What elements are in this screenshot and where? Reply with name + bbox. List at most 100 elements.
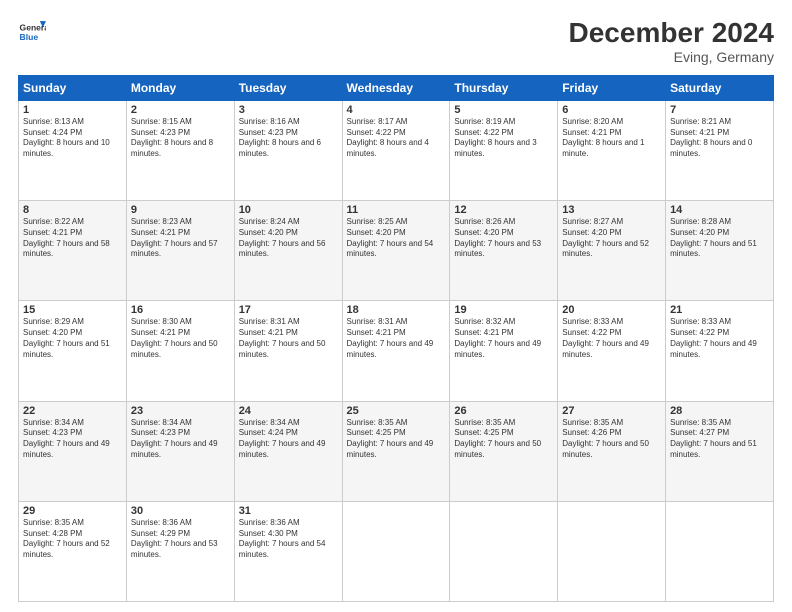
day-number: 28 xyxy=(670,405,769,417)
day-number: 3 xyxy=(239,104,338,116)
week-row-1: 1 Sunrise: 8:13 AMSunset: 4:24 PMDayligh… xyxy=(19,100,774,200)
day-cell: 18 Sunrise: 8:31 AMSunset: 4:21 PMDaylig… xyxy=(342,301,450,401)
day-cell: 4 Sunrise: 8:17 AMSunset: 4:22 PMDayligh… xyxy=(342,100,450,200)
header-sunday: Sunday xyxy=(19,75,127,100)
header-saturday: Saturday xyxy=(666,75,774,100)
day-info: Sunrise: 8:23 AMSunset: 4:21 PMDaylight:… xyxy=(131,217,230,260)
day-number: 20 xyxy=(562,304,661,316)
day-number: 27 xyxy=(562,405,661,417)
day-cell: 14 Sunrise: 8:28 AMSunset: 4:20 PMDaylig… xyxy=(666,201,774,301)
header: General Blue December 2024 Eving, German… xyxy=(18,18,774,65)
day-cell: 12 Sunrise: 8:26 AMSunset: 4:20 PMDaylig… xyxy=(450,201,558,301)
title-block: December 2024 Eving, Germany xyxy=(569,18,774,65)
day-cell: 15 Sunrise: 8:29 AMSunset: 4:20 PMDaylig… xyxy=(19,301,127,401)
day-number: 17 xyxy=(239,304,338,316)
day-number: 23 xyxy=(131,405,230,417)
day-cell: 31 Sunrise: 8:36 AMSunset: 4:30 PMDaylig… xyxy=(234,501,342,601)
header-wednesday: Wednesday xyxy=(342,75,450,100)
day-number: 19 xyxy=(454,304,553,316)
day-info: Sunrise: 8:33 AMSunset: 4:22 PMDaylight:… xyxy=(562,317,661,360)
day-info: Sunrise: 8:22 AMSunset: 4:21 PMDaylight:… xyxy=(23,217,122,260)
day-number: 25 xyxy=(347,405,446,417)
header-row: Sunday Monday Tuesday Wednesday Thursday… xyxy=(19,75,774,100)
day-number: 8 xyxy=(23,204,122,216)
day-number: 7 xyxy=(670,104,769,116)
day-number: 24 xyxy=(239,405,338,417)
day-info: Sunrise: 8:34 AMSunset: 4:23 PMDaylight:… xyxy=(23,418,122,461)
day-cell: 5 Sunrise: 8:19 AMSunset: 4:22 PMDayligh… xyxy=(450,100,558,200)
day-cell: 23 Sunrise: 8:34 AMSunset: 4:23 PMDaylig… xyxy=(126,401,234,501)
day-cell: 16 Sunrise: 8:30 AMSunset: 4:21 PMDaylig… xyxy=(126,301,234,401)
day-cell: 3 Sunrise: 8:16 AMSunset: 4:23 PMDayligh… xyxy=(234,100,342,200)
header-monday: Monday xyxy=(126,75,234,100)
day-number: 29 xyxy=(23,505,122,517)
day-cell: 6 Sunrise: 8:20 AMSunset: 4:21 PMDayligh… xyxy=(558,100,666,200)
day-cell: 29 Sunrise: 8:35 AMSunset: 4:28 PMDaylig… xyxy=(19,501,127,601)
day-info: Sunrise: 8:35 AMSunset: 4:26 PMDaylight:… xyxy=(562,418,661,461)
subtitle: Eving, Germany xyxy=(569,49,774,65)
logo: General Blue xyxy=(18,18,46,46)
day-cell: 11 Sunrise: 8:25 AMSunset: 4:20 PMDaylig… xyxy=(342,201,450,301)
day-number: 22 xyxy=(23,405,122,417)
day-cell: 28 Sunrise: 8:35 AMSunset: 4:27 PMDaylig… xyxy=(666,401,774,501)
day-cell: 30 Sunrise: 8:36 AMSunset: 4:29 PMDaylig… xyxy=(126,501,234,601)
day-cell xyxy=(342,501,450,601)
day-number: 26 xyxy=(454,405,553,417)
day-cell: 22 Sunrise: 8:34 AMSunset: 4:23 PMDaylig… xyxy=(19,401,127,501)
week-row-2: 8 Sunrise: 8:22 AMSunset: 4:21 PMDayligh… xyxy=(19,201,774,301)
day-number: 21 xyxy=(670,304,769,316)
week-row-3: 15 Sunrise: 8:29 AMSunset: 4:20 PMDaylig… xyxy=(19,301,774,401)
day-number: 12 xyxy=(454,204,553,216)
day-info: Sunrise: 8:31 AMSunset: 4:21 PMDaylight:… xyxy=(239,317,338,360)
day-number: 15 xyxy=(23,304,122,316)
day-info: Sunrise: 8:35 AMSunset: 4:25 PMDaylight:… xyxy=(454,418,553,461)
day-number: 14 xyxy=(670,204,769,216)
header-friday: Friday xyxy=(558,75,666,100)
day-cell: 2 Sunrise: 8:15 AMSunset: 4:23 PMDayligh… xyxy=(126,100,234,200)
day-number: 1 xyxy=(23,104,122,116)
day-number: 30 xyxy=(131,505,230,517)
day-cell: 25 Sunrise: 8:35 AMSunset: 4:25 PMDaylig… xyxy=(342,401,450,501)
day-cell: 19 Sunrise: 8:32 AMSunset: 4:21 PMDaylig… xyxy=(450,301,558,401)
day-number: 5 xyxy=(454,104,553,116)
day-info: Sunrise: 8:15 AMSunset: 4:23 PMDaylight:… xyxy=(131,117,230,160)
day-info: Sunrise: 8:31 AMSunset: 4:21 PMDaylight:… xyxy=(347,317,446,360)
page: General Blue December 2024 Eving, German… xyxy=(0,0,792,612)
day-info: Sunrise: 8:33 AMSunset: 4:22 PMDaylight:… xyxy=(670,317,769,360)
day-cell: 9 Sunrise: 8:23 AMSunset: 4:21 PMDayligh… xyxy=(126,201,234,301)
day-info: Sunrise: 8:34 AMSunset: 4:23 PMDaylight:… xyxy=(131,418,230,461)
day-cell: 27 Sunrise: 8:35 AMSunset: 4:26 PMDaylig… xyxy=(558,401,666,501)
day-cell: 8 Sunrise: 8:22 AMSunset: 4:21 PMDayligh… xyxy=(19,201,127,301)
day-info: Sunrise: 8:35 AMSunset: 4:27 PMDaylight:… xyxy=(670,418,769,461)
day-cell: 24 Sunrise: 8:34 AMSunset: 4:24 PMDaylig… xyxy=(234,401,342,501)
day-cell xyxy=(558,501,666,601)
day-number: 16 xyxy=(131,304,230,316)
day-info: Sunrise: 8:29 AMSunset: 4:20 PMDaylight:… xyxy=(23,317,122,360)
day-cell: 7 Sunrise: 8:21 AMSunset: 4:21 PMDayligh… xyxy=(666,100,774,200)
day-info: Sunrise: 8:28 AMSunset: 4:20 PMDaylight:… xyxy=(670,217,769,260)
day-cell: 10 Sunrise: 8:24 AMSunset: 4:20 PMDaylig… xyxy=(234,201,342,301)
day-info: Sunrise: 8:27 AMSunset: 4:20 PMDaylight:… xyxy=(562,217,661,260)
header-tuesday: Tuesday xyxy=(234,75,342,100)
day-cell: 26 Sunrise: 8:35 AMSunset: 4:25 PMDaylig… xyxy=(450,401,558,501)
day-info: Sunrise: 8:24 AMSunset: 4:20 PMDaylight:… xyxy=(239,217,338,260)
day-info: Sunrise: 8:19 AMSunset: 4:22 PMDaylight:… xyxy=(454,117,553,160)
day-info: Sunrise: 8:36 AMSunset: 4:29 PMDaylight:… xyxy=(131,518,230,561)
day-cell: 17 Sunrise: 8:31 AMSunset: 4:21 PMDaylig… xyxy=(234,301,342,401)
day-info: Sunrise: 8:21 AMSunset: 4:21 PMDaylight:… xyxy=(670,117,769,160)
day-info: Sunrise: 8:26 AMSunset: 4:20 PMDaylight:… xyxy=(454,217,553,260)
week-row-4: 22 Sunrise: 8:34 AMSunset: 4:23 PMDaylig… xyxy=(19,401,774,501)
day-number: 11 xyxy=(347,204,446,216)
day-cell: 13 Sunrise: 8:27 AMSunset: 4:20 PMDaylig… xyxy=(558,201,666,301)
day-cell: 1 Sunrise: 8:13 AMSunset: 4:24 PMDayligh… xyxy=(19,100,127,200)
day-info: Sunrise: 8:16 AMSunset: 4:23 PMDaylight:… xyxy=(239,117,338,160)
calendar-table: Sunday Monday Tuesday Wednesday Thursday… xyxy=(18,75,774,602)
day-number: 31 xyxy=(239,505,338,517)
day-info: Sunrise: 8:35 AMSunset: 4:28 PMDaylight:… xyxy=(23,518,122,561)
main-title: December 2024 xyxy=(569,18,774,49)
day-number: 9 xyxy=(131,204,230,216)
day-info: Sunrise: 8:35 AMSunset: 4:25 PMDaylight:… xyxy=(347,418,446,461)
header-thursday: Thursday xyxy=(450,75,558,100)
day-number: 13 xyxy=(562,204,661,216)
day-cell: 21 Sunrise: 8:33 AMSunset: 4:22 PMDaylig… xyxy=(666,301,774,401)
